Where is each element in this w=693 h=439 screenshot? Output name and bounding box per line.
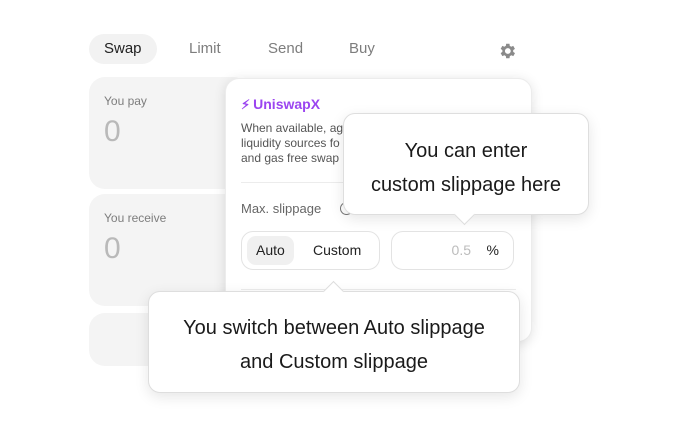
slippage-value[interactable]: 0.5	[452, 242, 471, 258]
uniswapx-title: ⚡︎ UniswapX	[241, 96, 321, 112]
percent-unit: %	[486, 242, 499, 258]
tab-buy[interactable]: Buy	[349, 34, 375, 64]
callout-switch-line1: You switch between Auto slippage	[183, 317, 485, 339]
callout-custom-slippage: You can enter custom slippage here	[343, 113, 589, 226]
gear-icon[interactable]	[497, 41, 517, 61]
tab-send[interactable]: Send	[268, 34, 303, 64]
callout-custom-line1: You can enter	[404, 140, 528, 162]
slippage-custom-option[interactable]: Custom	[304, 236, 370, 265]
callout-switch-line2: and Custom slippage	[240, 351, 428, 373]
slippage-auto-option[interactable]: Auto	[247, 236, 294, 265]
you-receive-label: You receive	[104, 211, 167, 225]
slippage-input[interactable]: 0.5 %	[391, 231, 514, 270]
tab-swap[interactable]: Swap	[89, 34, 157, 64]
you-receive-amount[interactable]: 0	[104, 232, 121, 266]
slippage-mode-toggle[interactable]: Auto Custom	[241, 231, 380, 270]
tab-limit[interactable]: Limit	[189, 34, 221, 64]
max-slippage-label: Max. slippage	[241, 201, 322, 216]
bolt-icon: ⚡︎	[241, 97, 251, 112]
callout-switch-modes: You switch between Auto slippage and Cus…	[148, 280, 520, 393]
you-pay-label: You pay	[104, 94, 147, 108]
you-pay-amount[interactable]: 0	[104, 115, 121, 149]
divider	[241, 289, 516, 290]
callout-custom-line2: custom slippage here	[370, 174, 562, 196]
